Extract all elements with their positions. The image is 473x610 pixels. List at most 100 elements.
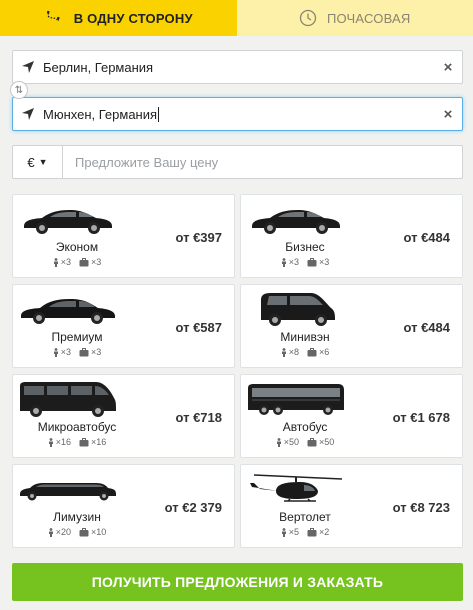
vehicle-capacity: ×5 ×2: [241, 527, 369, 537]
vehicle-card[interactable]: Минивэн ×8 ×6 от €484: [240, 284, 463, 368]
minivan-vehicle-icon: [241, 289, 351, 329]
vehicle-name: Микроавтобус: [37, 420, 117, 434]
trip-type-tabs: В одну сторону Почасовая: [0, 0, 473, 36]
get-offers-button[interactable]: Получить предложения и заказать: [12, 563, 463, 601]
person-icon: [276, 437, 282, 447]
vehicle-price: от €718: [175, 410, 222, 425]
vehicle-price: от €484: [403, 230, 450, 245]
sedan-vehicle-icon: [13, 199, 123, 239]
passenger-count: ×5: [288, 527, 299, 537]
vehicle-card[interactable]: Вертолет ×5 ×2 от €8 723: [240, 464, 463, 548]
person-icon: [281, 527, 287, 537]
luggage-capacity: ×3: [307, 257, 329, 267]
passenger-count: ×50: [283, 437, 299, 447]
vehicle-card[interactable]: Бизнес ×3 ×3 от €484: [240, 194, 463, 278]
navigation-arrow-icon: [13, 107, 43, 121]
luggage-count: ×6: [319, 347, 330, 357]
vehicle-name: Минивэн: [280, 330, 330, 344]
vehicle-capacity: ×3 ×3: [13, 257, 141, 267]
from-value: Берлин, Германия: [43, 59, 154, 75]
passenger-count: ×3: [288, 257, 299, 267]
text-caret: [158, 106, 160, 122]
vehicle-name: Лимузин: [53, 510, 101, 524]
passenger-capacity: ×8: [281, 347, 299, 357]
to-field[interactable]: Мюнхен, Германия ×: [12, 97, 463, 131]
microbus-vehicle-icon: [13, 379, 123, 419]
luggage-count: ×3: [91, 347, 102, 357]
luggage-capacity: ×2: [307, 527, 329, 537]
suitcase-icon: [79, 527, 89, 537]
navigation-arrow-icon: [13, 60, 43, 74]
passenger-capacity: ×3: [281, 257, 299, 267]
sedan-vehicle-icon: [241, 199, 351, 239]
passenger-capacity: ×3: [53, 347, 71, 357]
vehicle-card[interactable]: Автобус ×50 ×50 от €1 678: [240, 374, 463, 458]
vehicle-price: от €484: [403, 320, 450, 335]
route-pin-icon: [46, 10, 60, 22]
luggage-count: ×10: [91, 527, 107, 537]
vehicle-price: от €1 678: [392, 410, 450, 425]
luggage-count: ×16: [91, 437, 107, 447]
luggage-capacity: ×50: [307, 437, 334, 447]
passenger-capacity: ×16: [48, 437, 71, 447]
tab-hourly[interactable]: Почасовая: [236, 0, 473, 36]
passenger-count: ×3: [60, 257, 71, 267]
tab-one-way-label: В одну сторону: [73, 10, 193, 26]
vehicle-card[interactable]: Премиум ×3 ×3 от €587: [12, 284, 235, 368]
from-clear-icon[interactable]: ×: [434, 59, 462, 76]
luggage-capacity: ×6: [307, 347, 329, 357]
passenger-count: ×8: [288, 347, 299, 357]
price-offer-row: € ▼: [12, 145, 463, 179]
vehicle-capacity: ×50 ×50: [241, 437, 369, 447]
luggage-count: ×3: [319, 257, 330, 267]
vehicle-name: Эконом: [55, 240, 99, 254]
helicopter-vehicle-icon: [241, 469, 351, 509]
vehicle-capacity: ×16 ×16: [13, 437, 141, 447]
person-icon: [281, 257, 287, 267]
vehicle-card[interactable]: Лимузин ×20 ×10 от €2 379: [12, 464, 235, 548]
person-icon: [48, 437, 54, 447]
vehicle-price: от €8 723: [392, 500, 450, 515]
price-offer-input[interactable]: [63, 146, 462, 178]
passenger-count: ×3: [60, 347, 71, 357]
passenger-count: ×20: [55, 527, 71, 537]
to-clear-icon[interactable]: ×: [434, 106, 462, 123]
luggage-count: ×3: [91, 257, 102, 267]
tab-hourly-label: Почасовая: [326, 10, 411, 26]
suitcase-icon: [307, 257, 317, 267]
to-value: Мюнхен, Германия: [43, 106, 434, 122]
vehicle-capacity: ×3 ×3: [241, 257, 369, 267]
vehicle-card[interactable]: Микроавтобус ×16 ×16 от €718: [12, 374, 235, 458]
suitcase-icon: [79, 257, 89, 267]
vehicle-card[interactable]: Эконом ×3 ×3 от €397: [12, 194, 235, 278]
currency-symbol: €: [27, 154, 35, 170]
vehicle-grid: Эконом ×3 ×3 от €397 Бизнес ×3 ×3 от €484 Премиу…: [12, 194, 463, 548]
person-icon: [281, 347, 287, 357]
suitcase-icon: [307, 437, 317, 447]
person-icon: [53, 347, 59, 357]
vehicle-name: Автобус: [282, 420, 328, 434]
limo-vehicle-icon: [13, 469, 123, 509]
tab-one-way[interactable]: В одну сторону: [0, 0, 237, 36]
to-value-text: Мюнхен, Германия: [43, 106, 158, 122]
luggage-capacity: ×10: [79, 527, 106, 537]
passenger-count: ×16: [55, 437, 71, 447]
vehicle-name: Бизнес: [285, 240, 325, 254]
vehicle-capacity: ×3 ×3: [13, 347, 141, 357]
passenger-capacity: ×20: [48, 527, 71, 537]
person-icon: [53, 257, 59, 267]
currency-select[interactable]: € ▼: [13, 146, 63, 178]
person-icon: [48, 527, 54, 537]
clock-icon: [299, 9, 317, 27]
bus-vehicle-icon: [241, 379, 351, 419]
luggage-count: ×50: [319, 437, 335, 447]
passenger-capacity: ×5: [281, 527, 299, 537]
from-field[interactable]: Берлин, Германия ×: [12, 50, 463, 84]
luggage-capacity: ×3: [79, 347, 101, 357]
vehicle-price: от €2 379: [164, 500, 222, 515]
suitcase-icon: [79, 437, 89, 447]
vehicle-price: от €397: [175, 230, 222, 245]
vehicle-name: Вертолет: [279, 510, 331, 524]
vehicle-name: Премиум: [51, 330, 103, 344]
swap-arrows-icon[interactable]: ⇅: [10, 81, 28, 99]
